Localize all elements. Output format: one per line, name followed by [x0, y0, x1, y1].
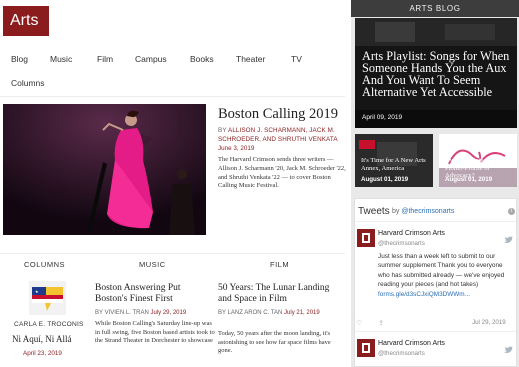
nav-divider: [0, 96, 345, 97]
tweet-avatar[interactable]: [357, 229, 375, 247]
nav-item-film[interactable]: Film: [97, 54, 113, 64]
nav-item-theater[interactable]: Theater: [236, 54, 265, 64]
arts-blog-thumb-1-date: August 01, 2019: [361, 176, 409, 183]
tweets-handle-link[interactable]: @thecrimsonarts: [401, 208, 454, 215]
feature-byline: By ALLISON J. SCHARMANN, JACK M. SCHROED…: [218, 126, 346, 144]
tweets-divider: [355, 221, 516, 222]
feature-title[interactable]: Boston Calling 2019: [218, 106, 338, 123]
music-article-author[interactable]: By VIVIEN L. TRAN: [95, 310, 149, 316]
arts-blog-thumb-2-date: August 01, 2019: [445, 176, 493, 183]
twitter-bird-icon-2[interactable]: [504, 341, 513, 353]
feature-authors[interactable]: ALLISON J. SCHARMANN, JACK M. SCHROEDER,…: [218, 127, 338, 143]
feature-image[interactable]: [3, 104, 206, 235]
nav-item-blog[interactable]: Blog: [11, 54, 28, 64]
feature-byline-prefix: By: [218, 127, 227, 134]
film-article-title[interactable]: 50 Years: The Lunar Landing and Space in…: [218, 283, 343, 305]
nav-item-columns[interactable]: Columns: [11, 78, 45, 88]
section-heading-columns[interactable]: COLUMNS: [24, 260, 65, 269]
arts-blog-main-date: April 09, 2019: [362, 114, 403, 121]
tweet-date[interactable]: Jul 29, 2019: [472, 319, 506, 326]
site-logo[interactable]: Arts: [3, 6, 49, 36]
arts-blog-header[interactable]: ARTS BLOG: [351, 0, 519, 17]
arts-blog-main-title[interactable]: Arts Playlist: Songs for When Someone Ha…: [362, 50, 514, 98]
column-thumbnail[interactable]: ★: [29, 281, 66, 315]
tweet-2-author-name[interactable]: Harvard Crimson Arts: [378, 340, 445, 347]
nav-item-campus[interactable]: Campus: [135, 54, 167, 64]
svg-text:★: ★: [35, 289, 39, 294]
music-article-title[interactable]: Boston Answering Put Boston's Finest Fir…: [95, 283, 213, 305]
music-article-summary: While Boston Calling's Saturday line-up …: [95, 320, 215, 345]
music-article-date: July 29, 2019: [150, 310, 187, 316]
tweet-actions[interactable]: ♡ ⇪: [356, 319, 391, 327]
tweet-text: Just less than a week left to submit to …: [378, 252, 514, 299]
nav-item-books[interactable]: Books: [190, 54, 214, 64]
tweets-title: Tweets: [358, 206, 390, 217]
column-title[interactable]: Ni Aquí, Ni Allá: [12, 334, 72, 344]
info-icon[interactable]: i: [508, 208, 515, 215]
tweets-byline: by @thecrimsonarts: [392, 208, 454, 215]
film-article-date: July 21, 2019: [284, 310, 320, 316]
music-article-byline: By VIVIEN L. TRAN July 29, 2019: [95, 310, 186, 316]
section-nav: Blog Music Film Campus Books Theater TV …: [0, 47, 345, 95]
arts-blog-thumb-1-title[interactable]: It's Time for A New Arts Annex, America: [361, 157, 431, 172]
film-article-author[interactable]: By LANZ ARON C. TAN: [218, 310, 282, 316]
twitter-bird-icon[interactable]: [504, 231, 513, 243]
feature-date: June 3, 2019: [218, 145, 255, 152]
tweet-avatar-2[interactable]: [357, 339, 375, 357]
tweets-by-label: by: [392, 208, 400, 215]
tweet-author-handle[interactable]: @thecrimsonarts: [378, 240, 425, 247]
column-date: April 23, 2019: [23, 350, 62, 357]
tweet-2-author-handle[interactable]: @thecrimsonarts: [378, 350, 425, 357]
section-heading-film[interactable]: FILM: [270, 260, 289, 269]
nav-item-music[interactable]: Music: [50, 54, 72, 64]
section-heading-music[interactable]: MUSIC: [139, 260, 166, 269]
feature-summary: The Harvard Crimson sends three writers …: [218, 156, 346, 190]
section-divider: [0, 253, 345, 254]
column-author[interactable]: CARLA E. TROCONIS: [14, 321, 84, 328]
tweet-link[interactable]: forms.gle/d3sCJxiQM3DWWm...: [378, 291, 470, 298]
tweet-body: Just less than a week left to submit to …: [378, 253, 505, 289]
tweets-divider-2: [355, 331, 516, 332]
nav-item-tv[interactable]: TV: [291, 54, 302, 64]
film-article-summary: Today, 50 years after the moon landing, …: [218, 330, 331, 355]
film-article-byline: By LANZ ARON C. TAN July 21, 2019: [218, 310, 320, 316]
tweet-author-name[interactable]: Harvard Crimson Arts: [378, 230, 445, 237]
